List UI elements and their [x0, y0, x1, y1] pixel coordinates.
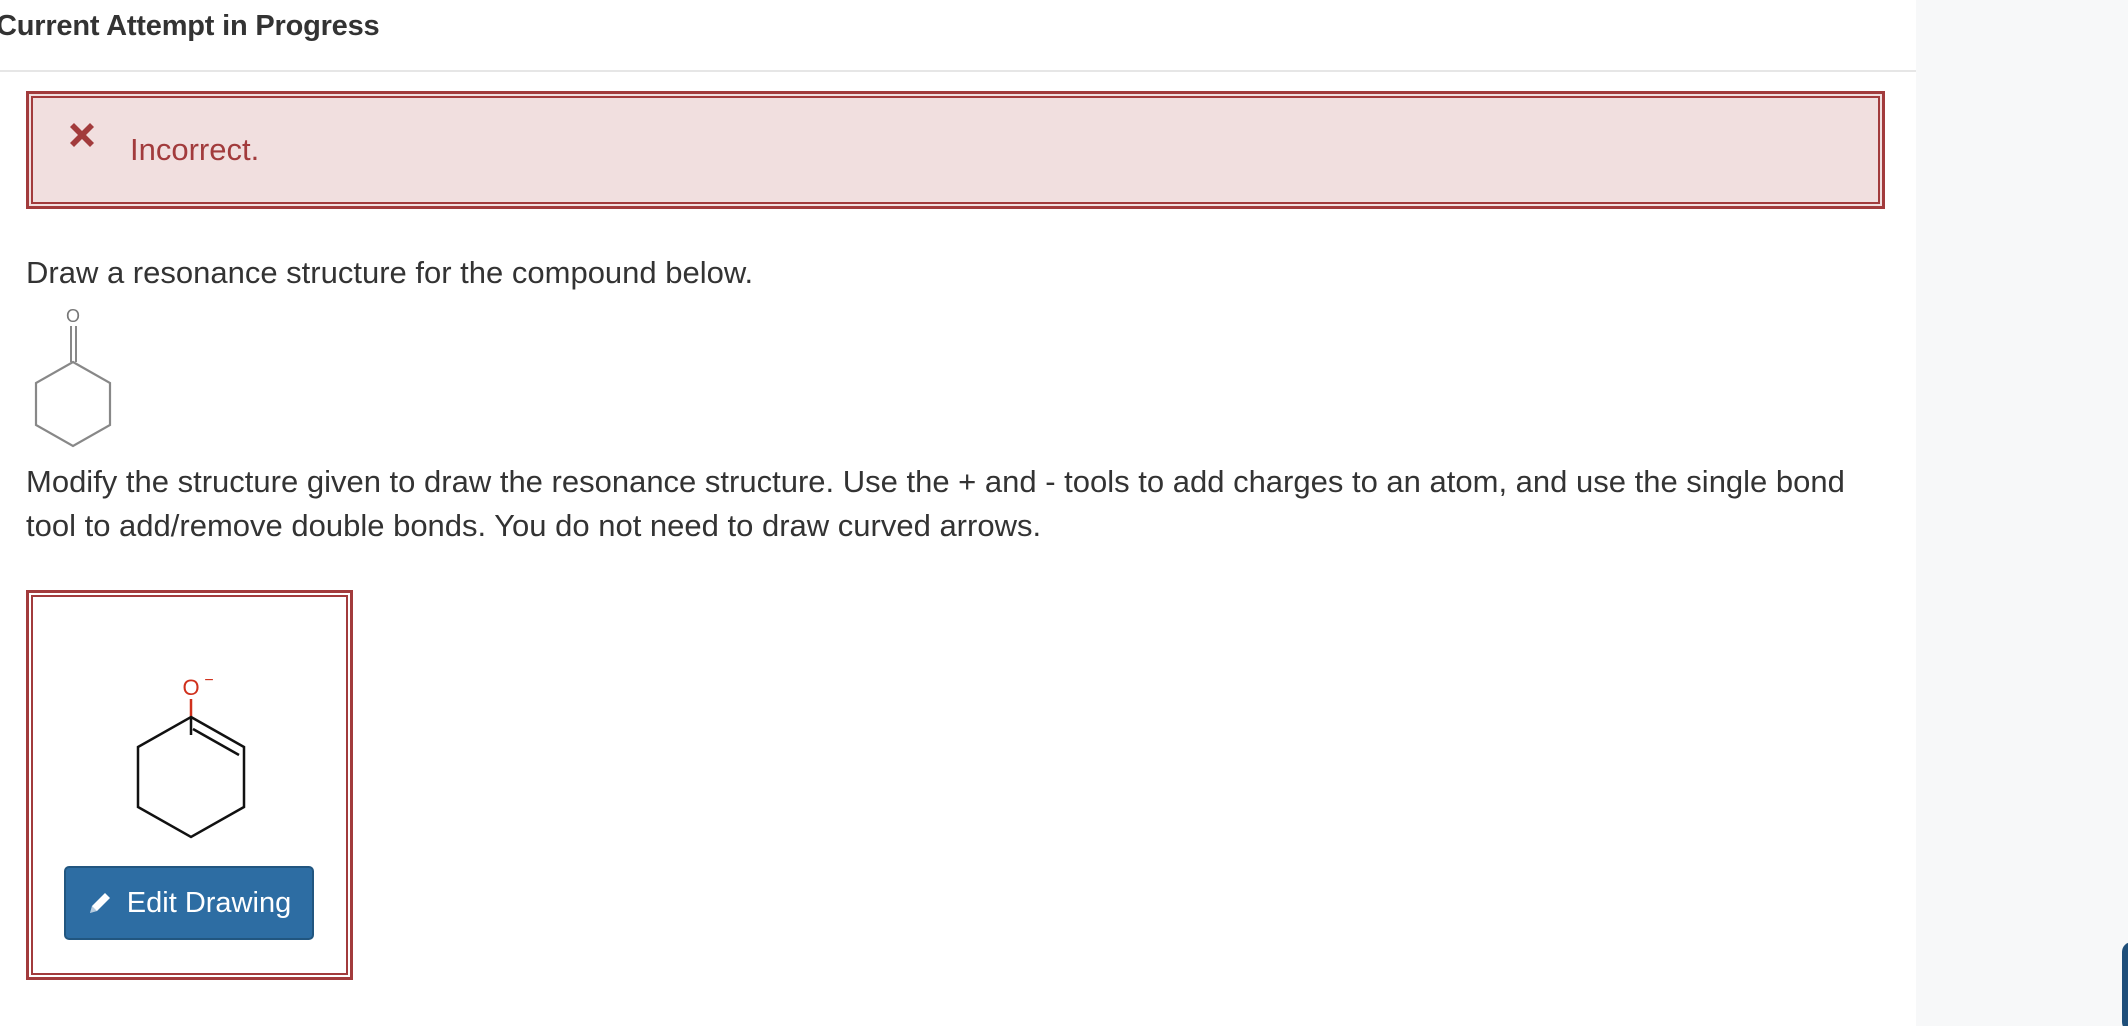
oxygen-atom-label: O — [66, 306, 80, 326]
question-prompt: Draw a resonance structure for the compo… — [26, 255, 754, 290]
edit-drawing-button[interactable]: Edit Drawing — [64, 866, 314, 940]
edit-drawing-label: Edit Drawing — [126, 886, 292, 919]
attempt-header: Current Attempt in Progress — [0, 0, 1916, 72]
right-side-panel — [1916, 0, 2128, 1026]
question-instructions: Modify the structure given to draw the r… — [26, 464, 1845, 543]
feedback-banner: Incorrect. — [26, 91, 1885, 209]
feedback-status: Incorrect. — [130, 132, 260, 167]
x-mark-icon — [70, 123, 94, 147]
enolate-structure: O − — [136, 672, 246, 839]
oxygen-atom-label: O — [182, 675, 199, 700]
negative-charge-label: − — [204, 672, 213, 689]
side-tab-handle[interactable] — [2122, 942, 2128, 1026]
pencil-icon — [89, 893, 110, 913]
page: Current Attempt in Progress Incorrect. D… — [0, 0, 2128, 1026]
cyclohexanone-structure: O — [34, 306, 112, 448]
answer-drawing-box: O − Edit Drawing — [26, 590, 353, 980]
page-title: Current Attempt in Progress — [0, 10, 380, 42]
